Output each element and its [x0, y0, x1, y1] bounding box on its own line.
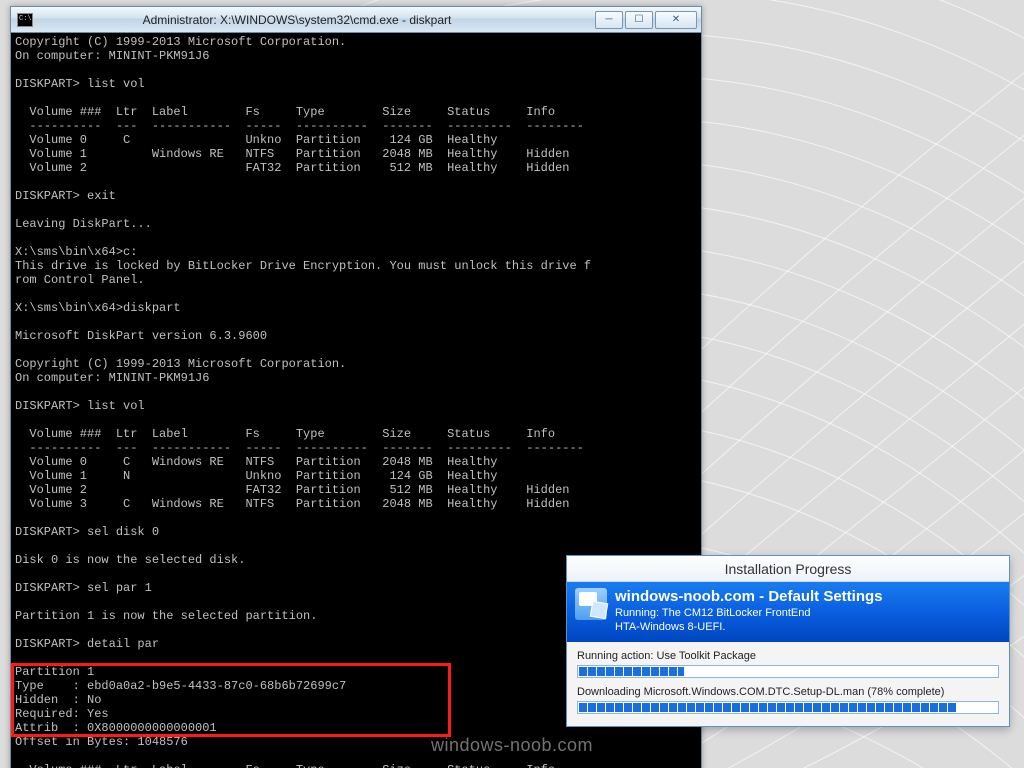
- titlebar[interactable]: Administrator: X:\WINDOWS\system32\cmd.e…: [11, 7, 701, 33]
- download-label: Downloading Microsoft.Windows.COM.DTC.Se…: [577, 686, 999, 698]
- banner-header: windows-noob.com - Default Settings: [615, 588, 883, 605]
- cmd-icon: [17, 13, 33, 27]
- minimize-button[interactable]: ─: [595, 11, 623, 29]
- close-button[interactable]: ✕: [655, 11, 697, 29]
- highlight-box: [11, 663, 451, 737]
- banner-subline-2: HTA-Windows 8-UEFI.: [615, 620, 883, 634]
- banner-subline-1: Running: The CM12 BitLocker FrontEnd: [615, 606, 883, 620]
- download-progress-bar: [577, 701, 999, 714]
- action-progress-bar: [577, 665, 999, 678]
- running-action-label: Running action: Use Toolkit Package: [577, 650, 999, 662]
- banner-text: windows-noob.com - Default Settings Runn…: [615, 588, 883, 634]
- dialog-title: Installation Progress: [567, 556, 1009, 582]
- maximize-button[interactable]: ☐: [625, 11, 653, 29]
- installation-progress-dialog: Installation Progress windows-noob.com -…: [566, 555, 1010, 727]
- window-title: Administrator: X:\WINDOWS\system32\cmd.e…: [39, 13, 595, 27]
- dialog-body: Running action: Use Toolkit Package Down…: [567, 642, 1009, 726]
- window-buttons: ─ ☐ ✕: [595, 11, 697, 29]
- package-icon: [575, 588, 607, 620]
- dialog-banner: windows-noob.com - Default Settings Runn…: [567, 582, 1009, 642]
